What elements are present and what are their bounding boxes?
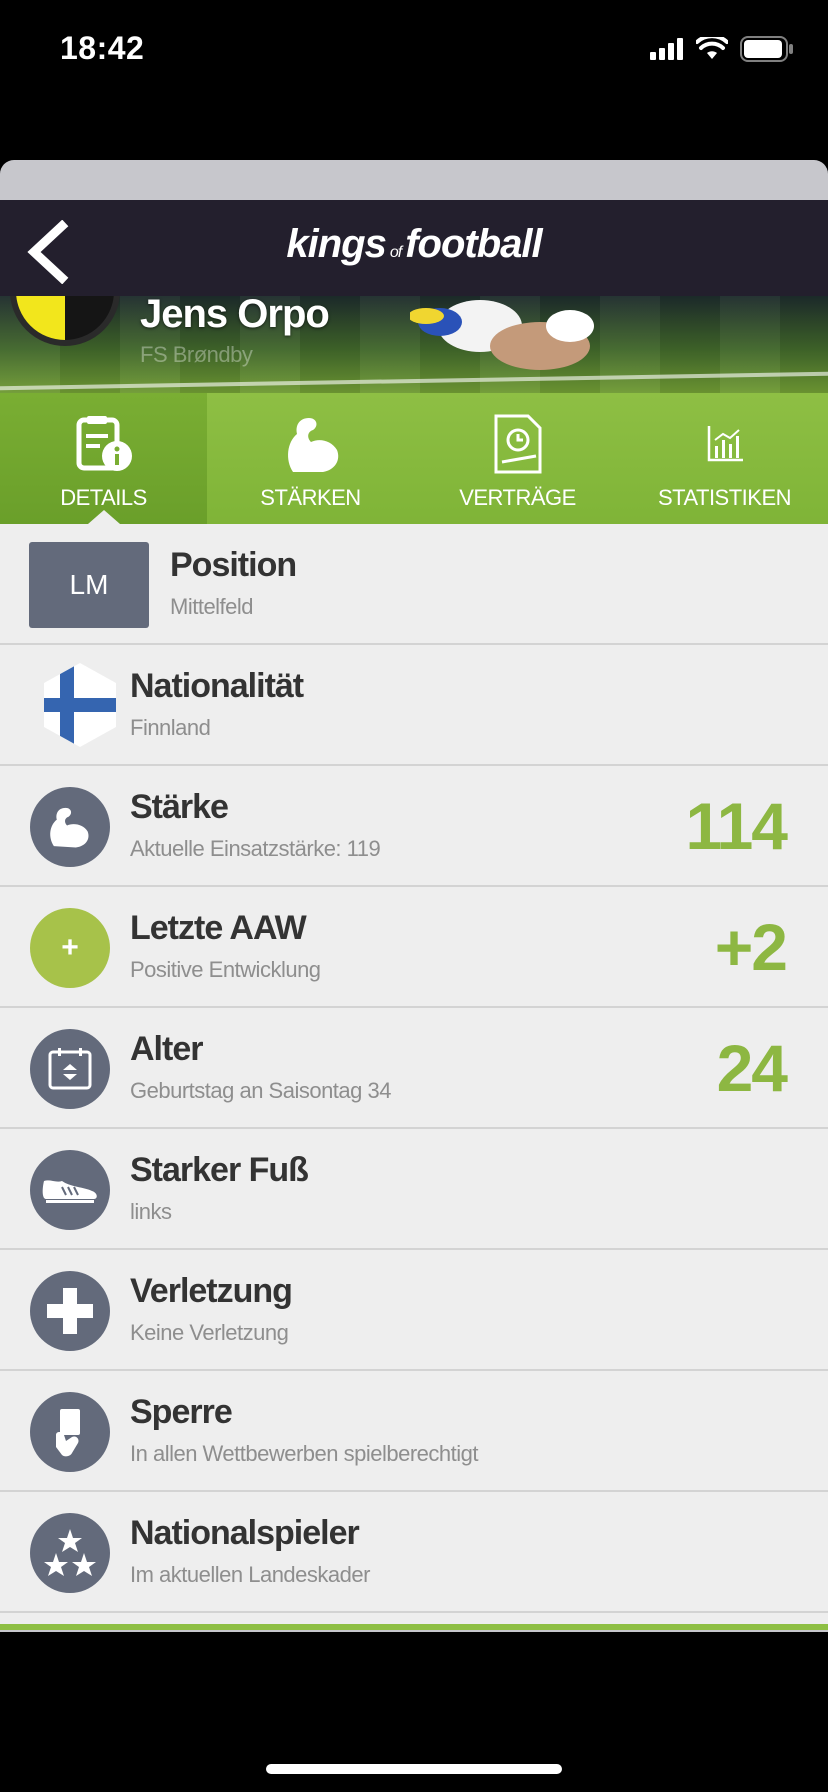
logo-kings: kings [286,222,386,266]
player-details-list: LM Position Mittelfeld Nationalität Finn… [0,524,828,1624]
home-indicator[interactable] [266,1764,562,1774]
player-club[interactable]: FS Brøndby [140,342,253,368]
position-subtitle: Mittelfeld [170,594,254,619]
national-icon-circle [30,1513,110,1593]
position-title: Position [170,546,297,584]
logo-football: football [405,222,542,266]
age-subtitle: Geburtstag an Saisontag 34 [130,1078,391,1103]
calendar-icon [48,1048,92,1090]
row-national-player: Nationalspieler Im aktuellen Landeskader [0,1492,828,1613]
suspension-subtitle: In allen Wettbewerben spielberechtigt [130,1441,478,1466]
referee-card-icon [56,1409,80,1457]
row-suspension: Sperre In allen Wettbewerben spielberech… [0,1371,828,1492]
nationality-title: Nationalität [130,667,304,705]
muscle-arm-icon [50,807,89,848]
injury-subtitle: Keine Verletzung [130,1320,289,1345]
plus-glyph: + [61,931,79,964]
player-name: Jens Orpo [140,296,330,336]
tab-details-label: DETAILS [60,485,147,510]
tab-vertraege-label: VERTRÄGE [459,485,576,510]
last-aaw-value: +2 [714,910,788,984]
finland-flag-icon [44,663,116,747]
row-strength: Stärke Aktuelle Einsatzstärke: 119 114 [0,766,828,887]
status-bar: 18:42 [0,0,828,100]
national-title: Nationalspieler [130,1514,360,1552]
player-header: Jens Orpo FS Brøndby [0,296,828,393]
contract-clock-icon [494,414,541,474]
wifi-icon [696,37,728,59]
age-value: 24 [716,1031,788,1105]
foot-icon-circle [30,1150,110,1230]
tab-statistiken-label: STATISTIKEN [657,485,792,510]
last-aaw-subtitle: Positive Entwicklung [130,957,321,982]
document-info-icon [76,416,132,471]
last-aaw-title: Letzte AAW [130,909,307,947]
bar-chart-icon [707,426,743,462]
national-subtitle: Im aktuellen Landeskader [130,1562,370,1587]
injury-icon-circle [30,1271,110,1351]
nationality-subtitle: Finnland [130,715,211,740]
tab-vertraege[interactable]: VERTRÄGE [414,393,621,524]
strength-value: 114 [685,789,788,863]
modal-sheet: kings of football Jens Orpo FS Brøndby D… [0,160,828,1632]
tab-details[interactable]: DETAILS [0,393,207,524]
logo-of: of [389,244,402,261]
player-photo [410,300,594,370]
strength-icon-circle [30,787,110,867]
nav-bar: kings of football [0,200,828,296]
row-injury: Verletzung Keine Verletzung [0,1250,828,1371]
age-icon-circle [30,1029,110,1109]
foot-title: Starker Fuß [130,1151,309,1189]
tab-staerken-label: STÄRKEN [260,485,361,510]
medical-cross-icon [47,1288,93,1334]
row-nationality: Nationalität Finnland [0,645,828,766]
tab-statistiken[interactable]: STATISTIKEN [621,393,828,524]
status-time: 18:42 [60,30,145,66]
suspension-icon-circle [30,1392,110,1472]
three-stars-icon [44,1529,96,1576]
foot-subtitle: links [130,1199,172,1224]
cellular-signal-icon [650,38,683,60]
bottom-accent-bar [0,1624,828,1630]
app-logo: kings of football [0,222,828,267]
suspension-title: Sperre [130,1393,233,1431]
strength-subtitle: Aktuelle Einsatzstärke: 119 [130,836,381,861]
status-icons [650,36,794,62]
age-title: Alter [130,1030,203,1068]
muscle-arm-icon [287,418,338,472]
row-last-aaw: + Letzte AAW Positive Entwicklung +2 [0,887,828,1008]
plus-icon: + [30,908,110,988]
row-age: Alter Geburtstag an Saisontag 34 24 [0,1008,828,1129]
row-position: LM Position Mittelfeld [0,524,828,645]
injury-title: Verletzung [130,1272,293,1310]
tab-staerken[interactable]: STÄRKEN [207,393,414,524]
strength-title: Stärke [130,788,229,826]
row-strong-foot: Starker Fuß links [0,1129,828,1250]
football-boot-icon [42,1180,97,1203]
battery-icon [740,36,793,62]
tab-bar: DETAILS STÄRKEN VERTRÄGE STATISTIKEN [0,393,828,524]
active-tab-pointer [87,510,120,524]
position-badge: LM [29,542,149,628]
